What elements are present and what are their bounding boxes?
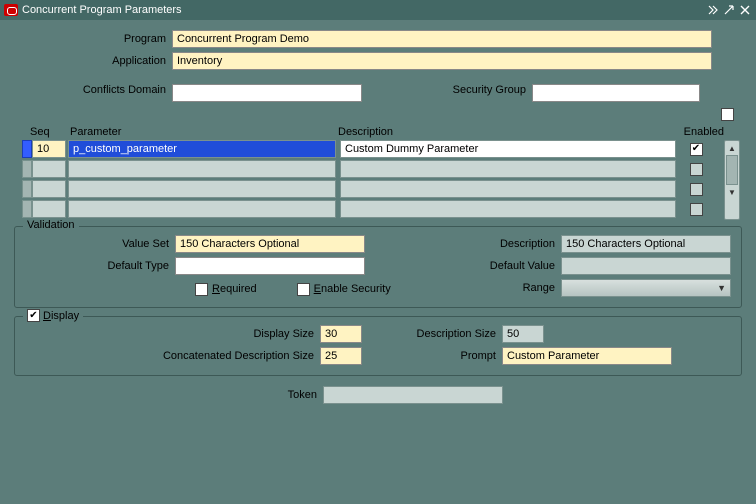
enabled-checkbox[interactable] (690, 183, 703, 196)
table-row (12, 200, 744, 218)
application-label: Application (12, 55, 172, 67)
token-input[interactable] (323, 386, 503, 404)
required-checkbox-label[interactable]: Required (195, 283, 257, 296)
description-label: Description (451, 238, 561, 250)
restore-button[interactable] (722, 3, 736, 17)
range-select[interactable]: ▼ (561, 279, 731, 297)
scroll-thumb[interactable] (726, 155, 738, 185)
description-size-label: Description Size (362, 328, 502, 340)
window: Concurrent Program Parameters Program Ap… (0, 0, 756, 504)
row-handle[interactable] (22, 160, 32, 178)
seq-cell[interactable] (32, 200, 66, 218)
security-group-label: Security Group (362, 84, 532, 102)
value-set-label: Value Set (25, 238, 175, 250)
default-value-label: Default Value (451, 260, 561, 272)
row-handle[interactable] (22, 140, 32, 158)
display-size-input[interactable] (320, 325, 362, 343)
display-checkbox[interactable]: ✔ (27, 309, 40, 322)
description-cell[interactable] (340, 160, 676, 178)
range-label: Range (451, 282, 561, 294)
program-label: Program (12, 33, 172, 45)
row-handle[interactable] (22, 180, 32, 198)
titlebar: Concurrent Program Parameters (0, 0, 756, 20)
display-size-label: Display Size (25, 328, 320, 340)
minimize-button[interactable] (706, 3, 720, 17)
enabled-checkbox[interactable] (690, 163, 703, 176)
description-input (561, 235, 731, 253)
value-set-input[interactable] (175, 235, 365, 253)
window-title: Concurrent Program Parameters (22, 4, 704, 16)
enable-security-checkbox[interactable] (297, 283, 310, 296)
grid-scrollbar[interactable]: ▲ ▼ (724, 140, 740, 220)
table-row: ✔ (12, 140, 744, 158)
header-seq: Seq (22, 126, 66, 138)
enable-security-checkbox-label[interactable]: Enable Security (297, 283, 391, 296)
prompt-label: Prompt (362, 350, 502, 362)
chevron-down-icon: ▼ (717, 283, 726, 293)
required-checkbox[interactable] (195, 283, 208, 296)
parameter-cell[interactable] (68, 140, 336, 158)
grid-rows: ✔ (12, 140, 744, 218)
validation-legend: Validation (23, 219, 79, 231)
default-type-label: Default Type (25, 260, 175, 272)
header-enabled: Enabled (674, 126, 724, 138)
seq-cell[interactable] (32, 180, 66, 198)
header-description: Description (334, 126, 674, 138)
description-cell[interactable] (340, 140, 676, 158)
concat-desc-size-input[interactable] (320, 347, 362, 365)
table-row (12, 180, 744, 198)
security-group-input[interactable] (532, 84, 700, 102)
token-label: Token (253, 389, 323, 401)
conflicts-input[interactable] (172, 84, 362, 102)
seq-cell[interactable] (32, 140, 66, 158)
validation-fieldset: Validation Value Set Description Default… (14, 226, 742, 308)
description-size-input[interactable] (502, 325, 544, 343)
program-input[interactable] (172, 30, 712, 48)
concat-desc-size-label: Concatenated Description Size (25, 350, 320, 362)
parameter-cell[interactable] (68, 200, 336, 218)
default-type-input[interactable] (175, 257, 365, 275)
close-button[interactable] (738, 3, 752, 17)
seq-cell[interactable] (32, 160, 66, 178)
header-parameter: Parameter (66, 126, 334, 138)
conflicts-label: Conflicts Domain (12, 84, 172, 102)
row-handle[interactable] (22, 200, 32, 218)
oracle-logo-icon (4, 4, 18, 16)
display-fieldset: ✔Display Display Size Description Size C… (14, 316, 742, 376)
grid-header: Seq Parameter Description Enabled (12, 126, 744, 138)
description-cell[interactable] (340, 200, 676, 218)
prompt-input[interactable] (502, 347, 672, 365)
parameter-cell[interactable] (68, 160, 336, 178)
enabled-checkbox[interactable] (690, 203, 703, 216)
parameter-cell[interactable] (68, 180, 336, 198)
description-cell[interactable] (340, 180, 676, 198)
top-checkbox[interactable] (721, 108, 734, 121)
enabled-checkbox[interactable]: ✔ (690, 143, 703, 156)
default-value-input[interactable] (561, 257, 731, 275)
scroll-down-icon[interactable]: ▼ (725, 185, 739, 199)
scroll-up-icon[interactable]: ▲ (725, 141, 739, 155)
display-legend: ✔Display (23, 309, 83, 322)
table-row (12, 160, 744, 178)
application-input[interactable] (172, 52, 712, 70)
